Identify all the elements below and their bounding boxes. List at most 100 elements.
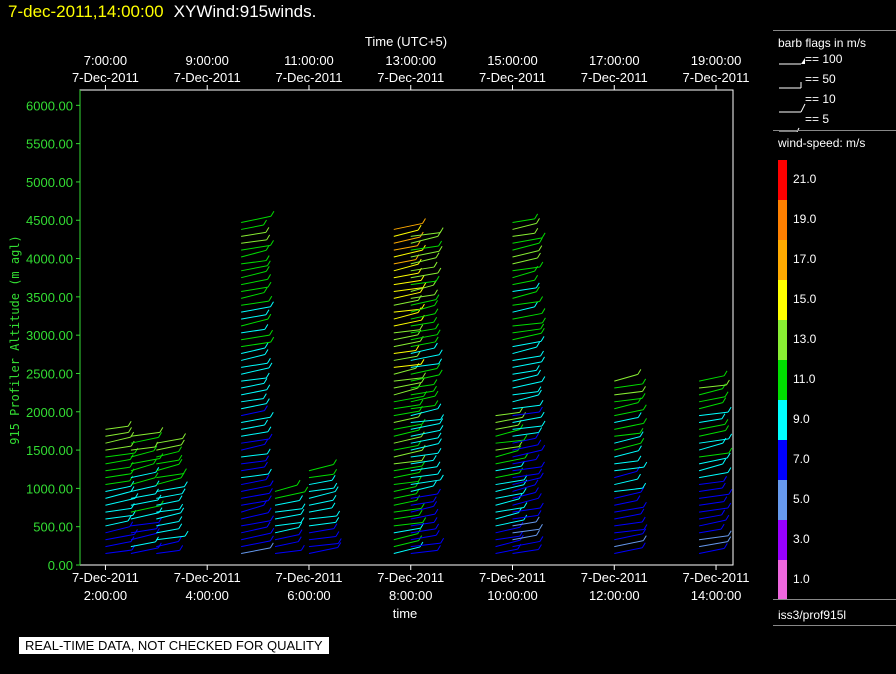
wind-barb <box>241 485 271 492</box>
source-label: iss3/prof915l <box>778 608 847 622</box>
top-tick-time: 11:00:00 <box>284 53 334 68</box>
colorbar-label: 17.0 <box>793 252 817 266</box>
wind-barb-flag <box>523 434 528 441</box>
wind-barb <box>241 473 269 479</box>
barb-legend-title: barb flags in m/s <box>778 36 867 50</box>
wind-barb-flag <box>643 461 648 468</box>
wind-barb <box>410 235 438 244</box>
wind-barb <box>410 368 438 375</box>
wind-barb-flag <box>538 468 543 475</box>
wind-barb <box>156 473 184 479</box>
wind-barb-flag <box>537 493 542 499</box>
wind-barb <box>105 436 131 444</box>
wind-barb-flag <box>539 523 543 530</box>
wind-barb-flag <box>333 523 338 529</box>
wind-barbs-layer <box>105 211 733 555</box>
wind-barb-flag <box>727 502 732 509</box>
wind-barb-flag <box>266 521 271 528</box>
wind-barb-flag <box>420 503 425 509</box>
wind-barb <box>614 491 642 499</box>
wind-barb <box>241 239 267 244</box>
wind-barb-flag <box>536 218 540 224</box>
wind-barb-flag <box>437 432 442 439</box>
wind-barb-flag <box>540 411 545 418</box>
wind-barb-flag <box>722 458 727 465</box>
wind-barb-flag <box>637 412 642 418</box>
wind-barb-flag <box>179 545 184 551</box>
top-tick-time: 19:00:00 <box>691 53 742 68</box>
colorbar-swatch <box>778 240 787 280</box>
wind-barb <box>410 363 439 368</box>
legend-separator <box>773 599 896 600</box>
wind-barb-flag <box>333 459 337 465</box>
wind-barb-flag <box>129 461 134 468</box>
wind-barb <box>241 479 267 486</box>
wind-barb-flag <box>127 420 132 427</box>
wind-barb <box>512 528 540 534</box>
wind-barb <box>241 382 265 389</box>
top-tick-date: 7-Dec-2011 <box>72 70 139 85</box>
wind-barb-flag <box>438 240 443 247</box>
wind-barb <box>241 416 271 423</box>
x-tick-time: 4:00:00 <box>186 588 229 603</box>
wind-barb <box>105 431 129 437</box>
wind-barb-flag <box>638 445 642 452</box>
wind-barb-flag <box>438 245 443 252</box>
wind-barb-flag <box>264 461 268 468</box>
wind-barb <box>698 472 729 479</box>
wind-barb <box>698 418 723 423</box>
wind-barb-flag <box>433 316 438 323</box>
wind-barb <box>130 521 159 527</box>
wind-barb-flag <box>178 495 183 501</box>
wind-barb-flag <box>724 391 729 398</box>
wind-barb-flag <box>642 502 647 508</box>
wind-barb <box>512 492 536 499</box>
wind-barb-flag <box>179 503 184 510</box>
wind-barb-flag <box>333 482 338 489</box>
wind-barb-flag <box>522 412 526 418</box>
wind-barb <box>241 403 267 410</box>
barb-item-5: == 5 <box>805 112 830 126</box>
wind-barb-flag <box>434 308 439 314</box>
wind-barb-flag <box>435 323 439 329</box>
wind-barb <box>241 512 269 520</box>
wind-barb-flag <box>269 480 274 486</box>
wind-barb-flag <box>270 336 275 343</box>
wind-barb <box>308 515 337 520</box>
wind-barb <box>512 346 537 355</box>
wind-barb-flag <box>265 474 270 480</box>
wind-barb <box>410 374 440 382</box>
wind-barb-flag <box>722 397 727 403</box>
x-tick-time: 10:00:00 <box>487 588 538 603</box>
wind-barb-flag <box>422 218 426 224</box>
wind-barb-flag <box>538 406 543 413</box>
wind-barb-flag <box>723 543 728 549</box>
wind-barb <box>241 292 265 299</box>
x-tick-time: 12:00:00 <box>589 588 640 603</box>
wind-barb-flag <box>264 342 269 349</box>
wind-barb <box>241 431 269 437</box>
wind-barb-flag <box>268 433 273 440</box>
wind-barb-flag <box>535 454 540 460</box>
wind-barb-flag <box>435 294 440 300</box>
wind-barb-flag <box>435 523 440 530</box>
wind-barb <box>512 287 537 292</box>
y-tick-label: 3000.00 <box>26 328 73 343</box>
wind-barb-flag <box>541 308 546 314</box>
colorbar-swatch <box>778 560 787 600</box>
wind-barb <box>410 542 441 548</box>
wind-barb <box>130 446 156 451</box>
wind-barb <box>393 522 423 527</box>
wind-barb <box>410 390 434 396</box>
wind-barb-flag <box>432 480 437 487</box>
wind-barb <box>241 362 268 368</box>
wind-barb <box>241 466 265 472</box>
wind-barb <box>156 477 182 486</box>
wind-barb-flag <box>437 267 442 274</box>
wind-barb <box>512 250 539 258</box>
colorbar-label: 15.0 <box>793 292 817 306</box>
wind-barb-flag <box>434 390 439 397</box>
wind-barb <box>241 286 269 292</box>
wind-barb-flag <box>540 350 544 357</box>
wind-barb <box>410 418 441 423</box>
